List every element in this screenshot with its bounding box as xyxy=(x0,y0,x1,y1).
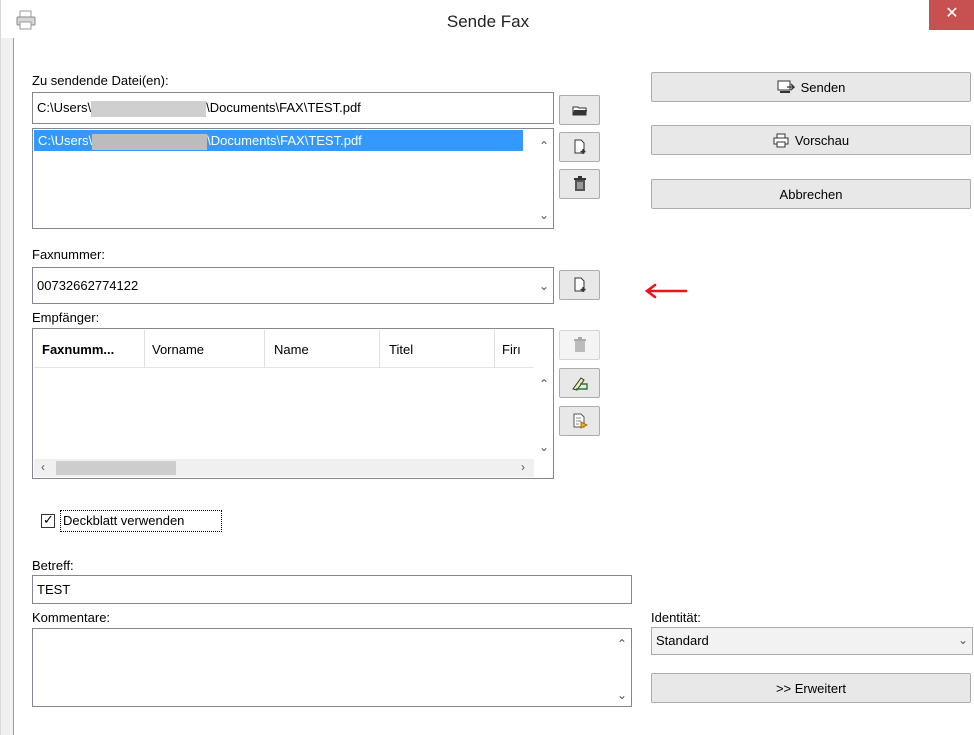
preview-label: Vorschau xyxy=(794,132,850,148)
scroll-up-icon[interactable]: ⌃ xyxy=(535,139,553,153)
files-label: Zu sendende Datei(en): xyxy=(32,73,169,88)
hscroll-thumb[interactable] xyxy=(56,461,176,475)
sende-fax-window: Sende Fax ✕ Zu sendende Datei(en): C:\Us… xyxy=(0,0,974,735)
comments-scrollbar[interactable]: ⌃ ⌄ xyxy=(613,629,631,706)
faxnumber-combobox[interactable]: 00732662774122 ⌄ xyxy=(32,267,554,304)
scroll-up-icon[interactable]: ⌃ xyxy=(613,637,631,651)
identity-select[interactable]: Standard ⌄ xyxy=(651,627,973,655)
redacted-username xyxy=(92,133,208,150)
file-path-input[interactable]: C:\Users\ \Documents\FAX\TEST.pdf xyxy=(32,92,554,124)
add-file-button[interactable] xyxy=(559,132,600,162)
subject-input[interactable]: TEST xyxy=(32,575,632,604)
advanced-button[interactable]: >> Erweitert xyxy=(651,673,971,703)
close-icon: ✕ xyxy=(945,5,959,22)
file-item-suffix: \Documents\FAX\TEST.pdf xyxy=(207,133,362,148)
preview-button[interactable]: Vorschau xyxy=(651,125,971,155)
scroll-up-icon[interactable]: ⌃ xyxy=(535,377,553,391)
folder-open-icon xyxy=(572,106,587,116)
column-faxnumber[interactable]: Faxnumm... xyxy=(42,342,114,357)
print-preview-icon xyxy=(773,133,789,147)
recipients-grid[interactable]: Faxnumm... Vorname Name Titel Firı ⌃ ⌄ ‹… xyxy=(32,328,554,479)
recipients-label: Empfänger: xyxy=(32,310,100,325)
trash-icon xyxy=(573,337,586,352)
dialog-body: Zu sendende Datei(en): C:\Users\ \Documen… xyxy=(13,38,974,735)
identity-label: Identität: xyxy=(651,610,701,625)
file-list-scrollbar[interactable]: ⌃ ⌄ xyxy=(535,129,553,228)
cancel-label: Abbrechen xyxy=(779,186,843,202)
scroll-down-icon[interactable]: ⌄ xyxy=(613,688,631,702)
title-bar: Sende Fax ✕ xyxy=(1,0,974,38)
close-button[interactable]: ✕ xyxy=(929,0,974,30)
recipients-hscrollbar[interactable]: ‹ › xyxy=(34,459,534,477)
window-title: Sende Fax xyxy=(446,12,530,31)
scroll-down-icon[interactable]: ⌄ xyxy=(535,440,553,454)
faxnumber-label: Faxnummer: xyxy=(32,247,105,262)
subject-value: TEST xyxy=(37,582,71,597)
contact-pen-icon xyxy=(571,377,588,391)
file-list[interactable]: C:\Users\ \Documents\FAX\TEST.pdf ⌃ ⌄ xyxy=(32,128,554,229)
subject-label: Betreff: xyxy=(32,558,74,573)
column-name[interactable]: Name xyxy=(274,342,309,357)
advanced-label: >> Erweitert xyxy=(775,680,847,696)
column-firstname[interactable]: Vorname xyxy=(152,342,204,357)
scroll-down-icon[interactable]: ⌄ xyxy=(535,208,553,222)
faxnumber-value: 00732662774122 xyxy=(37,278,139,293)
comments-textarea[interactable]: ⌃ ⌄ xyxy=(32,628,632,707)
import-document-icon xyxy=(573,413,588,429)
add-faxnumber-button[interactable] xyxy=(559,270,600,300)
file-list-item[interactable]: C:\Users\ \Documents\FAX\TEST.pdf xyxy=(34,130,523,151)
trash-icon xyxy=(573,176,586,191)
add-document-icon xyxy=(574,277,585,292)
checkmark-icon: ✓ xyxy=(43,512,54,527)
identity-value: Standard xyxy=(656,633,709,648)
file-item-prefix: C:\Users\ xyxy=(38,133,93,148)
scroll-left-icon[interactable]: ‹ xyxy=(36,460,50,474)
addressbook-button[interactable] xyxy=(559,368,600,398)
chevron-down-icon[interactable]: ⌄ xyxy=(958,633,968,647)
cancel-button[interactable]: Abbrechen xyxy=(651,179,971,209)
send-button[interactable]: Senden xyxy=(651,72,971,102)
send-fax-icon xyxy=(777,80,795,93)
comments-label: Kommentare: xyxy=(32,610,111,625)
open-folder-button[interactable] xyxy=(559,95,600,125)
column-company[interactable]: Firı xyxy=(502,342,521,357)
coverpage-checkbox[interactable]: ✓ xyxy=(41,512,55,528)
import-recipients-button[interactable] xyxy=(559,406,600,436)
scroll-right-icon[interactable]: › xyxy=(516,460,530,474)
add-document-icon xyxy=(574,139,585,154)
file-path-prefix: C:\Users\ xyxy=(37,100,92,115)
file-path-suffix: \Documents\FAX\TEST.pdf xyxy=(206,100,361,115)
coverpage-label[interactable]: Deckblatt verwenden xyxy=(63,513,184,528)
red-arrow-annotation-icon xyxy=(644,283,688,299)
delete-recipient-button[interactable] xyxy=(559,330,600,360)
chevron-down-icon[interactable]: ⌄ xyxy=(539,279,549,293)
recipients-vscrollbar[interactable]: ⌃ ⌄ xyxy=(535,367,553,460)
redacted-username xyxy=(91,100,207,117)
delete-file-button[interactable] xyxy=(559,169,600,199)
recipients-grid-header: Faxnumm... Vorname Name Titel Firı xyxy=(34,330,534,368)
send-label: Senden xyxy=(800,79,846,95)
column-title[interactable]: Titel xyxy=(389,342,413,357)
